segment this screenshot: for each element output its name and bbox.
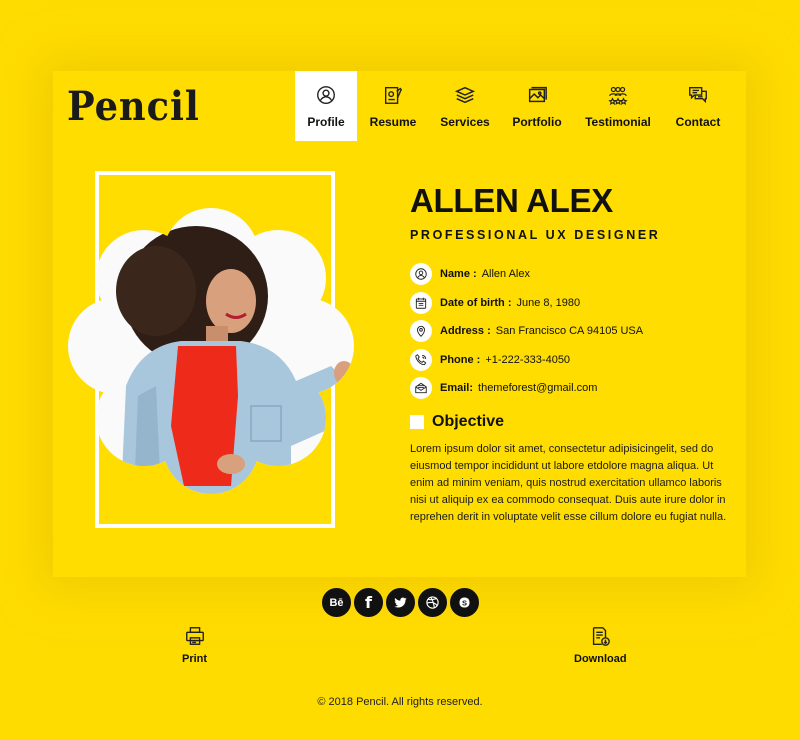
detail-name: Name : Allen Alex: [410, 260, 735, 289]
user-icon: [410, 263, 432, 286]
nav-tab-portfolio[interactable]: Portfolio: [501, 71, 573, 141]
detail-value: San Francisco CA 94105 USA: [495, 325, 644, 338]
download-button[interactable]: Download: [574, 625, 627, 665]
twitter-icon[interactable]: [386, 588, 415, 617]
nav-label: Resume: [369, 114, 417, 129]
profile-title: PROFESSIONAL UX DESIGNER: [410, 228, 661, 242]
resume-icon: [382, 84, 404, 106]
profile-name: ALLEN ALEX: [410, 182, 613, 219]
main-nav: Profile Resume Services Portfolio Testim…: [295, 71, 733, 141]
nav-label: Contact: [675, 114, 721, 129]
logo[interactable]: Pencil: [67, 83, 200, 130]
behance-icon[interactable]: Bē: [322, 588, 351, 617]
detail-phone: Phone : +1-222-333-4050: [410, 346, 735, 375]
objective-heading: Objective: [410, 413, 735, 431]
layers-icon: [454, 84, 476, 106]
detail-value: June 8, 1980: [516, 296, 581, 309]
profile-icon: [315, 84, 337, 106]
nav-tab-testimonial[interactable]: Testimonial: [573, 71, 663, 141]
detail-value[interactable]: themeforest@gmail.com: [478, 382, 597, 394]
nav-label: Portfolio: [512, 114, 562, 129]
details-list: Name : Allen Alex Date of birth : June 8…: [410, 260, 735, 403]
mail-icon: [410, 377, 432, 400]
profile-photo: [66, 196, 356, 506]
nav-tab-resume[interactable]: Resume: [357, 71, 429, 141]
social-links: Bē f S: [322, 588, 479, 617]
profile-info: ALLEN ALEX PROFESSIONAL UX DESIGNER Name…: [410, 181, 735, 526]
objective-text: Lorem ipsum dolor sit amet, consectetur …: [410, 442, 727, 523]
image-icon: [526, 84, 548, 106]
detail-value: +1-222-333-4050: [485, 353, 571, 366]
nav-tab-profile[interactable]: Profile: [295, 71, 357, 141]
chat-icon: [687, 84, 709, 106]
svg-text:S: S: [462, 598, 467, 607]
nav-label: Profile: [307, 114, 345, 129]
nav-label: Testimonial: [585, 114, 651, 129]
dribbble-icon[interactable]: [418, 588, 447, 617]
download-doc-icon: [593, 627, 611, 646]
detail-address: Address : San Francisco CA 94105 USA: [410, 317, 735, 346]
detail-email: Email: themeforest@gmail.com: [410, 374, 735, 403]
nav-label: Services: [440, 114, 490, 129]
detail-dob: Date of birth : June 8, 1980: [410, 289, 735, 318]
facebook-icon[interactable]: f: [354, 588, 383, 617]
resume-card: Pencil Profile Resume Services Portfolio: [53, 71, 746, 577]
print-button[interactable]: Print: [182, 625, 207, 665]
calendar-icon: [410, 291, 432, 314]
nav-tab-services[interactable]: Services: [429, 71, 501, 141]
skype-icon[interactable]: S: [450, 588, 479, 617]
location-icon: [410, 320, 432, 343]
footer-copyright: © 2018 Pencil. All rights reserved.: [317, 696, 483, 708]
people-icon: [607, 84, 629, 106]
phone-icon: [410, 348, 432, 371]
square-bullet-icon: [410, 414, 424, 429]
printer-icon: [185, 627, 204, 645]
nav-tab-contact[interactable]: Contact: [663, 71, 733, 141]
detail-value: Allen Alex: [481, 268, 530, 281]
